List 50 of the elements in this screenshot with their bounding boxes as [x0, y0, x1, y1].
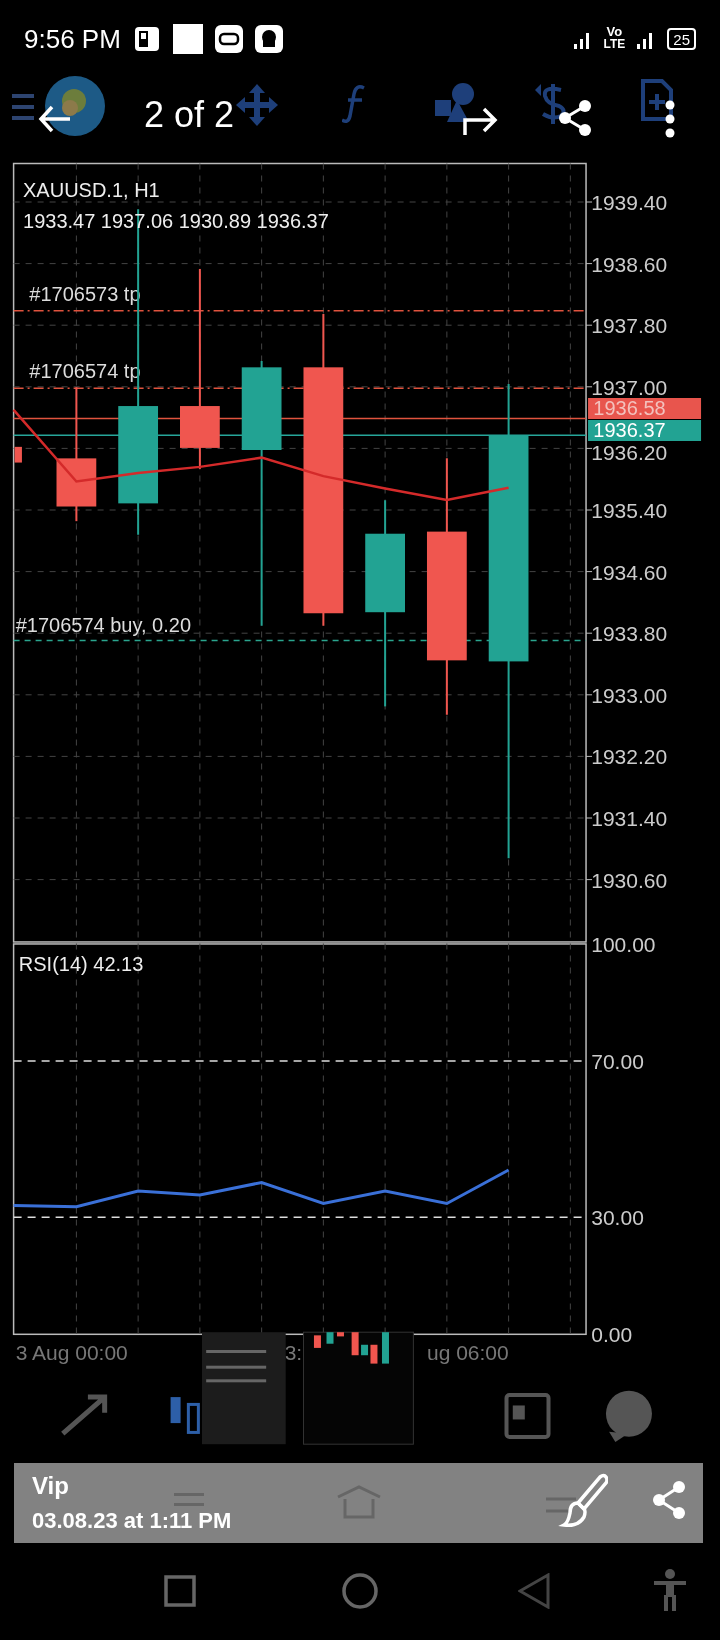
function-icon: [342, 84, 368, 124]
price-label: 1933.80: [591, 622, 668, 646]
price-label: 1935.40: [591, 499, 668, 522]
recent-apps-icon[interactable]: [164, 1575, 196, 1607]
candle: [14, 446, 22, 463]
price-label: 1939.40: [591, 191, 668, 214]
rsi-level-label: 70.00: [591, 1050, 644, 1074]
app-notification-icon: [132, 25, 161, 53]
price-label: 1930.60: [591, 868, 668, 892]
new-document-icon: [640, 78, 674, 122]
price-label: 1938.60: [591, 252, 668, 276]
rsi-level-label: 100.00: [591, 932, 656, 956]
back-button-icon[interactable]: [518, 1573, 550, 1609]
status-time: 9:56 PM: [24, 22, 121, 56]
ask-price-tag: 1936.37: [588, 419, 702, 441]
bid-price-tag: 1936.58: [588, 397, 702, 419]
rsi-level-label: 30.00: [591, 1206, 644, 1230]
home-button-icon[interactable]: [342, 1573, 378, 1609]
price-label: 1931.40: [591, 807, 668, 830]
shapes-icon: [435, 82, 477, 124]
time-label: 3 Aug 00:00: [15, 1341, 128, 1365]
price-label: 1936.20: [591, 441, 668, 465]
chat-icon[interactable]: [605, 1390, 652, 1443]
battery-indicator: 25: [667, 28, 696, 50]
app-logo-icon: [44, 75, 106, 137]
time-label: ug 06:00: [427, 1341, 509, 1365]
price-label: 1932.20: [591, 745, 668, 769]
volte-indicator: Vo LTE: [603, 24, 626, 50]
move-icon: [236, 84, 278, 126]
caption-title: Vip: [32, 1471, 69, 1501]
rsi-level-label: 0.00: [591, 1323, 633, 1347]
price-label: 1937.80: [591, 314, 668, 338]
more-options-icon[interactable]: [664, 100, 676, 138]
time-label: 3:: [284, 1341, 303, 1365]
candles-icon[interactable]: [170, 1397, 200, 1434]
accessibility-icon[interactable]: [652, 1569, 688, 1611]
photo-counter: 2 of 2: [144, 97, 235, 133]
price-label: 1937.00: [591, 375, 668, 399]
chart-symbol: XAUUSD.1, H1: [23, 178, 160, 201]
back-arrow-icon[interactable]: [38, 105, 72, 133]
menu-icon: [12, 92, 34, 122]
menu-icon: [174, 1493, 204, 1506]
rsi-label: RSI(14) 42.13: [18, 953, 144, 976]
share-icon[interactable]: [558, 100, 592, 136]
blank-notification-icon: [172, 24, 203, 54]
price-label: 1934.60: [591, 560, 668, 584]
caption-date: 03.08.23 at 1:11 PM: [32, 1507, 232, 1535]
price-label: 1933.00: [591, 683, 668, 707]
home-icon: [336, 1485, 382, 1521]
order-label: #1706574 buy, 0.20: [15, 614, 192, 637]
